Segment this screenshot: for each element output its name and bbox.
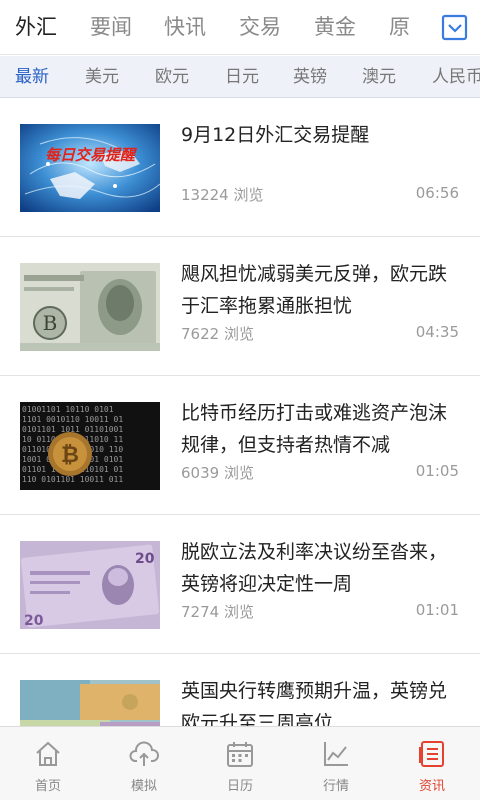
publish-time: 01:05 (415, 462, 459, 480)
news-thumbnail: 20 20 (20, 541, 160, 629)
dropdown-checkbox-icon[interactable] (440, 13, 470, 43)
news-icon (419, 741, 444, 767)
bottom-tab-home[interactable]: 首页 (0, 727, 96, 800)
news-title: 脱欧立法及利率决议纷至沓来，英镑将迎决定性一周 (181, 541, 448, 595)
view-count: 13224 浏览 (181, 186, 264, 204)
view-count: 7622 浏览 (181, 325, 254, 343)
news-list: 每日交易提醒 9月12日外汇交易提醒 13224 浏览 06:56 B 飓风担忧… (0, 99, 480, 726)
publish-time: 01:01 (415, 601, 459, 619)
svg-text:110 0101101 10011 011: 110 0101101 10011 011 (22, 475, 123, 484)
news-title: 9月12日外汇交易提醒 (181, 124, 370, 146)
svg-text:01001101 10110 0101: 01001101 10110 0101 (22, 405, 114, 414)
calendar-icon (227, 742, 253, 767)
bottom-tab-calendar[interactable]: 日历 (192, 727, 288, 800)
tab-gold[interactable]: 黄金 (314, 0, 356, 55)
bottom-tab-label: 资讯 (418, 779, 445, 794)
subtab-eur[interactable]: 欧元 (155, 56, 189, 97)
thumb-caption: 每日交易提醒 (45, 146, 138, 164)
publish-time: 04:35 (415, 323, 459, 341)
publish-time: 06:56 (415, 184, 459, 202)
news-item[interactable]: 每日交易提醒 9月12日外汇交易提醒 13224 浏览 06:56 (0, 99, 480, 237)
svg-text:B: B (43, 311, 58, 335)
view-count: 7274 浏览 (181, 603, 254, 621)
news-thumbnail (20, 680, 160, 726)
bottom-tab-simulate[interactable]: 模拟 (96, 727, 192, 800)
sub-category-tabs: 最新 美元 欧元 日元 英镑 澳元 人民币 (0, 56, 480, 98)
view-count: 6039 浏览 (181, 464, 254, 482)
subtab-jpy[interactable]: 日元 (225, 56, 259, 97)
chart-line-icon (324, 742, 348, 766)
svg-text:20: 20 (135, 551, 155, 567)
subtab-latest[interactable]: 最新 (15, 56, 49, 97)
news-item[interactable]: 英国央行转鹰预期升温，英镑兑欧元升至三周高位 (0, 655, 480, 726)
subtab-gbp[interactable]: 英镑 (293, 56, 327, 97)
news-thumbnail: B (20, 263, 160, 351)
home-icon (36, 741, 60, 766)
news-item[interactable]: B 飓风担忧减弱美元反弹，欧元跌于汇率拖累通胀担忧 7622 浏览 04:35 (0, 238, 480, 376)
svg-text:₿: ₿ (61, 443, 79, 468)
svg-text:1101 0010110 10011 01: 1101 0010110 10011 01 (22, 415, 123, 424)
news-thumbnail: 01001101 10110 0101 1101 0010110 10011 0… (20, 402, 160, 490)
news-title: 比特币经历打击或难逃资产泡沫规律，但支持者热情不减 (181, 402, 448, 456)
subtab-aud[interactable]: 澳元 (362, 56, 396, 97)
subtab-usd[interactable]: 美元 (85, 56, 119, 97)
bottom-tab-bar: 首页 模拟 日历 行情 资讯 (0, 726, 480, 800)
tab-flash[interactable]: 快讯 (164, 0, 206, 55)
subtab-cny[interactable]: 人民币 (432, 56, 480, 97)
news-thumbnail: 每日交易提醒 (20, 124, 160, 212)
bottom-tab-label: 模拟 (130, 779, 157, 794)
news-title: 英国央行转鹰预期升温，英镑兑欧元升至三周高位 (181, 680, 448, 726)
bottom-tab-market[interactable]: 行情 (288, 727, 384, 800)
bottom-tab-label: 行情 (322, 779, 349, 794)
news-title: 飓风担忧减弱美元反弹，欧元跌于汇率拖累通胀担忧 (181, 263, 448, 317)
svg-text:20: 20 (24, 613, 44, 629)
bottom-tab-label: 日历 (226, 779, 253, 794)
news-item[interactable]: 20 20 脱欧立法及利率决议纷至沓来，英镑将迎决定性一周 7274 浏览 01… (0, 516, 480, 654)
cloud-upload-icon (129, 741, 159, 766)
tab-crude[interactable]: 原 (389, 0, 410, 55)
top-category-tabs: 外汇 要闻 快讯 交易 黄金 原 (0, 0, 480, 55)
bottom-tab-news[interactable]: 资讯 (384, 727, 480, 800)
news-item[interactable]: 01001101 10110 0101 1101 0010110 10011 0… (0, 377, 480, 515)
tab-trading[interactable]: 交易 (239, 0, 281, 55)
tab-forex[interactable]: 外汇 (15, 0, 57, 55)
tab-headlines[interactable]: 要闻 (90, 0, 132, 55)
bottom-tab-label: 首页 (34, 779, 61, 794)
